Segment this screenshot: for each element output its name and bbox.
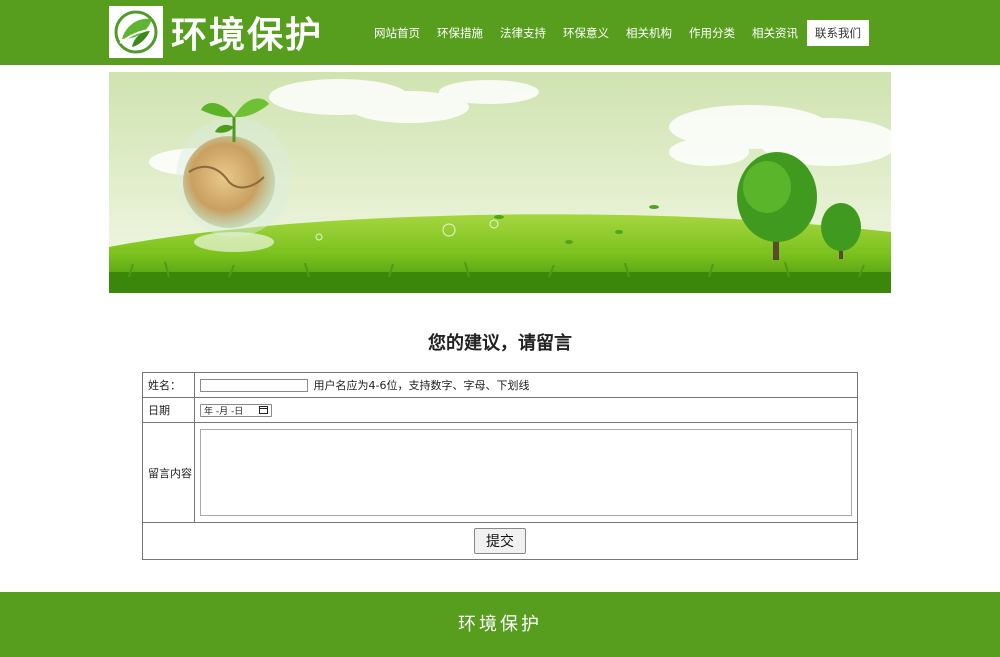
nav-item-measures[interactable]: 环保措施: [429, 20, 491, 46]
date-year-placeholder: 年: [204, 406, 214, 417]
name-label: 姓名：: [142, 372, 195, 398]
submit-button[interactable]: 提交: [474, 528, 526, 554]
nav-item-significance[interactable]: 环保意义: [555, 20, 617, 46]
message-form-table: 姓名： 用户名应为4-6位，支持数字、字母、下划线 日期 年 -月 -日 留言内…: [142, 372, 858, 560]
logo[interactable]: 环境保护: [109, 6, 323, 58]
name-hint: 用户名应为4-6位，支持数字、字母、下划线: [313, 379, 530, 392]
hero-banner: [109, 72, 891, 293]
nav-item-categories[interactable]: 作用分类: [681, 20, 743, 46]
message-label: 留言内容: [142, 422, 195, 523]
date-day-placeholder: -日: [231, 406, 244, 417]
nav-item-agencies[interactable]: 相关机构: [618, 20, 680, 46]
nav-item-contact[interactable]: 联系我们: [807, 20, 869, 46]
message-textarea[interactable]: [200, 429, 852, 516]
site-header: 环境保护 网站首页 环保措施 法律支持 环保意义 相关机构 作用分类 相关资讯 …: [0, 0, 1000, 65]
date-input[interactable]: 年 -月 -日: [200, 403, 272, 417]
date-label: 日期: [142, 397, 195, 423]
site-footer: 环境保护: [0, 592, 1000, 657]
nav-item-law[interactable]: 法律支持: [492, 20, 554, 46]
form-title: 您的建议，请留言: [428, 333, 572, 354]
calendar-icon[interactable]: [259, 406, 268, 415]
name-input[interactable]: [200, 378, 308, 392]
nav-item-home[interactable]: 网站首页: [366, 20, 428, 46]
leaf-logo-icon: [109, 6, 163, 58]
site-title: 环境保护: [171, 15, 324, 56]
date-month-placeholder: -月: [215, 406, 229, 417]
footer-text: 环境保护: [458, 614, 542, 635]
main-nav: 网站首页 环保措施 法律支持 环保意义 相关机构 作用分类 相关资讯 联系我们: [366, 20, 870, 46]
nav-item-news[interactable]: 相关资讯: [744, 20, 806, 46]
